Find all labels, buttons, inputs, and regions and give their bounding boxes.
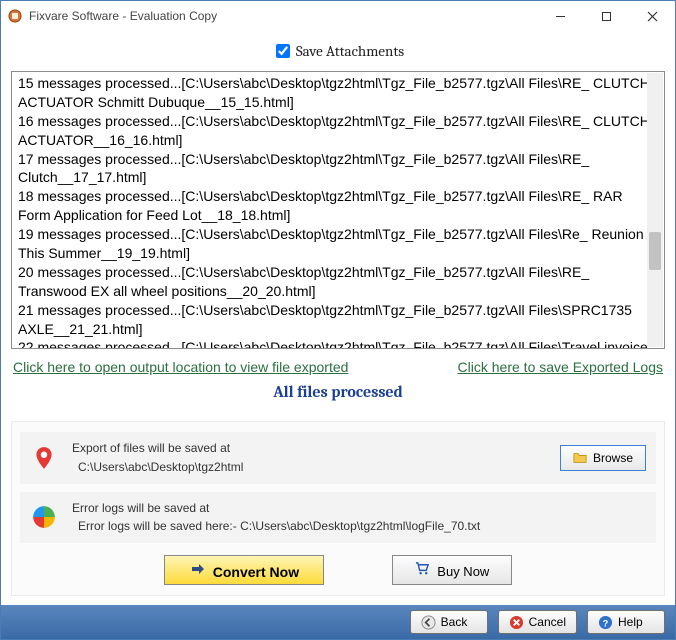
error-log-path: Error logs will be saved here:- C:\Users… [72,518,646,535]
export-path-row: Export of files will be saved at C:\User… [20,432,656,484]
log-entry: 20 messages processed...[C:\Users\abc\De… [18,263,650,301]
log-entry: 17 messages processed...[C:\Users\abc\De… [18,150,650,188]
log-entry: 16 messages processed...[C:\Users\abc\De… [18,112,650,150]
error-log-label: Error logs will be saved at [72,501,209,515]
help-button[interactable]: ? Help [587,610,665,634]
save-attachments-row: Save Attachments [11,35,665,71]
folder-icon [573,451,587,465]
save-attachments-label: Save Attachments [296,42,404,60]
log-textarea[interactable]: 15 messages processed...[C:\Users\abc\De… [11,71,665,349]
browse-label: Browse [593,451,633,465]
back-button[interactable]: Back [410,610,488,634]
window-buttons [537,1,675,31]
window-title: Fixvare Software - Evaluation Copy [29,9,537,23]
cancel-label: Cancel [529,615,566,629]
convert-button[interactable]: Convert Now [164,555,324,585]
scrollbar-thumb[interactable] [649,232,661,270]
buy-button[interactable]: Buy Now [392,555,512,585]
app-icon [7,8,23,24]
back-arrow-icon [421,615,436,630]
browse-button[interactable]: Browse [560,445,646,471]
footer-bar: Back Cancel ? Help [1,605,675,639]
export-path: C:\Users\abc\Desktop\tgz2html [72,459,560,476]
log-entry: 22 messages processed...[C:\Users\abc\De… [18,338,650,349]
pie-chart-icon [30,503,58,531]
cancel-button[interactable]: Cancel [498,610,577,634]
help-label: Help [618,615,643,629]
error-log-row: Error logs will be saved at Error logs w… [20,492,656,544]
action-row: Convert Now Buy Now [20,551,656,587]
titlebar: Fixvare Software - Evaluation Copy [1,1,675,31]
scrollbar[interactable] [647,73,663,347]
minimize-button[interactable] [537,1,583,31]
close-button[interactable] [629,1,675,31]
status-text: All files processed [11,383,665,421]
convert-icon [189,561,205,577]
open-output-link[interactable]: Click here to open output location to vi… [13,359,348,375]
back-label: Back [441,615,468,629]
save-attachments-checkbox[interactable] [276,44,290,58]
buy-label: Buy Now [437,564,489,579]
log-area: 15 messages processed...[C:\Users\abc\De… [11,71,665,349]
log-entry: 19 messages processed...[C:\Users\abc\De… [18,225,650,263]
log-entry: 15 messages processed...[C:\Users\abc\De… [18,74,650,112]
log-entry: 21 messages processed...[C:\Users\abc\De… [18,301,650,339]
lower-panel: Export of files will be saved at C:\User… [11,421,665,596]
cart-icon [415,561,430,576]
svg-text:?: ? [603,618,609,628]
cancel-icon [509,615,524,630]
location-pin-icon [30,444,58,472]
save-logs-link[interactable]: Click here to save Exported Logs [458,359,663,375]
convert-label: Convert Now [213,564,299,580]
maximize-button[interactable] [583,1,629,31]
log-entry: 18 messages processed...[C:\Users\abc\De… [18,187,650,225]
links-row: Click here to open output location to vi… [11,349,665,383]
help-icon: ? [598,615,613,630]
export-label: Export of files will be saved at [72,441,230,455]
